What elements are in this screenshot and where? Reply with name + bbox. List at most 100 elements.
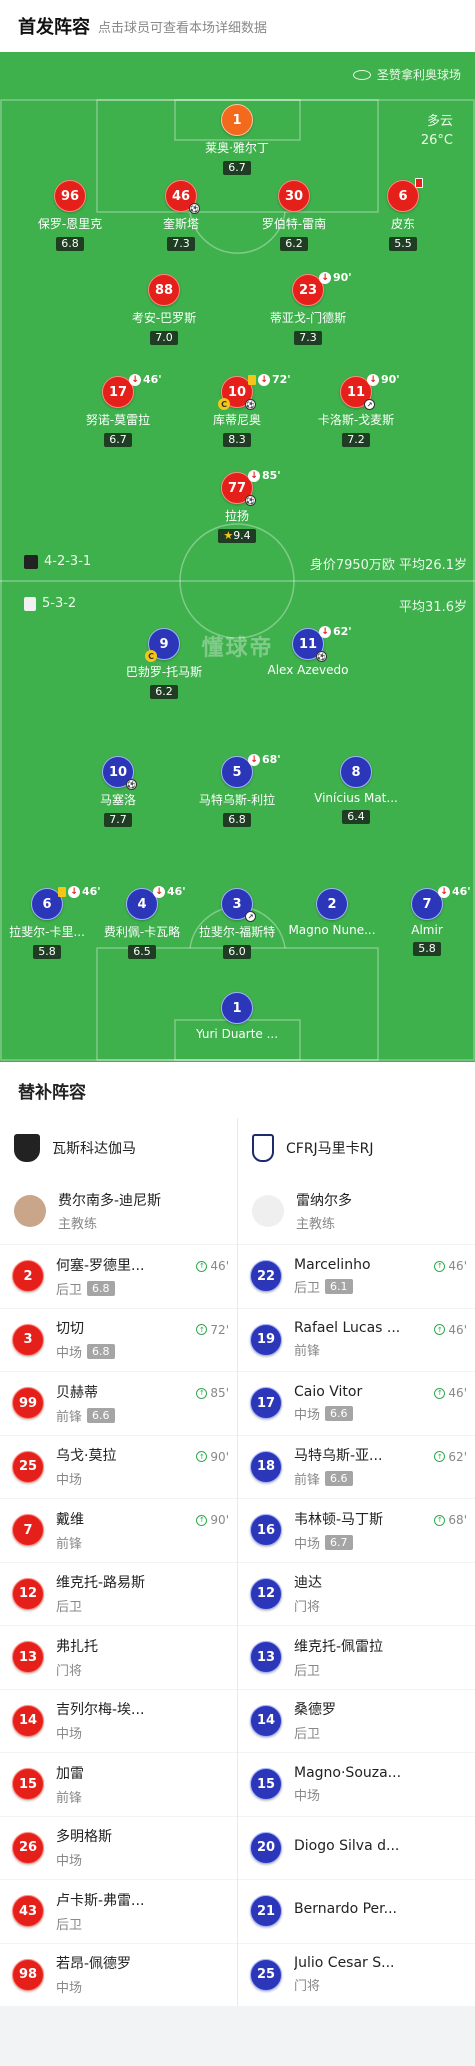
sub-out-icon: ↓: [438, 885, 450, 898]
away-player-forward[interactable]: 9C 巴勃罗-托马斯 6.2: [99, 628, 229, 699]
away-formation: 5-3-2: [24, 596, 76, 611]
home-player-attacking-mid[interactable]: 10 ↓ 72' C ⚽ 库蒂尼奥 8.3: [172, 373, 302, 447]
player-position: 中场: [56, 1473, 83, 1489]
sub-player-row[interactable]: 12 维克托-路易斯 后卫: [0, 1561, 237, 1626]
player-name: 若昂-佩德罗: [56, 1956, 132, 1973]
sub-out-marker: ↓ 72': [248, 373, 291, 386]
goal-ball-icon: ⚽: [245, 495, 256, 506]
sub-out-marker: ↓ 62': [319, 625, 352, 638]
sub-player-row[interactable]: 43 卢卡斯-弗雷... 后卫: [0, 1879, 237, 1943]
player-name: 吉列尔梅-埃...: [56, 1702, 145, 1719]
red-card-icon: [415, 178, 423, 188]
player-name: 蒂亚戈-门德斯: [269, 311, 347, 325]
home-player-attacking-mid[interactable]: 17 ↓ 46' 努诺-莫雷拉 6.7: [53, 373, 183, 447]
sub-player-row[interactable]: 21 Bernardo Per...: [238, 1879, 475, 1943]
sub-player-row[interactable]: 7 戴维 前锋 ↑ 90': [0, 1498, 237, 1562]
player-name: 奎斯塔: [162, 217, 199, 231]
sub-player-row[interactable]: 18 马特乌斯-亚... 前锋 6.6 ↑ 62': [238, 1434, 475, 1499]
sub-player-row[interactable]: 12 迪达 门将: [238, 1561, 475, 1626]
away-coach[interactable]: 雷纳尔多 主教练: [238, 1178, 475, 1244]
coach-name: 费尔南多-迪尼斯: [58, 1193, 162, 1209]
sub-player-row[interactable]: 13 弗扎托 门将: [0, 1625, 237, 1689]
player-name: 拉扬: [224, 509, 249, 523]
goal-ball-icon: ⚽: [126, 779, 137, 790]
sub-player-row[interactable]: 15 Magno·Souza... 中场: [238, 1752, 475, 1816]
sub-in-icon: ↑: [196, 1324, 208, 1335]
sub-out-icon: ↓: [319, 625, 331, 638]
player-rating: 6.5: [128, 945, 156, 959]
sub-in-marker: ↑ 68': [434, 1513, 467, 1527]
sub-out-icon: ↓: [258, 373, 270, 386]
player-number: 10 ↓ 72' C ⚽: [218, 373, 291, 410]
sub-player-row[interactable]: 26 多明格斯 中场: [0, 1815, 237, 1880]
away-player-midfielder[interactable]: 10 ⚽ 马塞洛 7.7: [53, 756, 183, 827]
home-player-midfielder[interactable]: 23 ↓ 90' 蒂亚戈-门德斯 7.3: [243, 271, 373, 345]
away-team-row[interactable]: CFRJ马里卡RJ: [238, 1118, 475, 1178]
sub-player-row[interactable]: 3 切切 中场 6.8 ↑ 72': [0, 1307, 237, 1372]
player-name: Bernardo Per...: [294, 1901, 397, 1918]
away-player-forward[interactable]: 11 ↓ 62' ⚽ Alex Azevedo: [243, 625, 373, 677]
home-player-defender[interactable]: 6 皮东 5.5: [338, 178, 468, 251]
player-rating: 6.8: [56, 237, 84, 251]
player-position: 前锋: [294, 1344, 321, 1360]
away-player-defender[interactable]: 7 ↓ 46' Almir 5.8: [362, 885, 475, 956]
home-player-attacking-mid[interactable]: 11 ↓ 90' ↗ 卡洛斯-戈麦斯 7.2: [291, 373, 421, 447]
sub-out-icon: ↓: [248, 753, 260, 766]
player-name: Julio Cesar S...: [294, 1955, 395, 1972]
sub-player-row[interactable]: 98 若昂-佩德罗 中场: [0, 1942, 237, 2007]
player-rating: 7.7: [104, 813, 132, 827]
player-number: 1: [221, 104, 253, 136]
player-position: 门将: [294, 1600, 321, 1616]
player-number: 15: [12, 1768, 44, 1801]
away-player-midfielder[interactable]: 8 Vinícius Mat... 6.4: [291, 756, 421, 824]
player-position: 后卫 6.1: [294, 1277, 424, 1296]
sub-player-row[interactable]: 99 贝赫蒂 前锋 6.6 ↑ 85': [0, 1371, 237, 1435]
player-rating: 6.7: [104, 433, 132, 447]
player-rating: 6.6: [325, 1471, 353, 1487]
page-bottom-padding: [0, 2006, 475, 2066]
away-player-gk[interactable]: 1 Yuri Duarte ...: [172, 992, 302, 1041]
away-player-midfielder[interactable]: 5 ↓ 68' 马特乌斯-利拉 6.8: [172, 753, 302, 827]
sub-player-row[interactable]: 2 何塞-罗德里... 后卫 6.8 ↑ 46': [0, 1244, 237, 1308]
player-name: 考安-巴罗斯: [131, 311, 197, 325]
home-coach[interactable]: 费尔南多-迪尼斯 主教练: [0, 1178, 237, 1244]
sub-in-icon: ↑: [434, 1260, 446, 1272]
lineup-header: 首发阵容 点击球员可查看本场详细数据: [0, 0, 475, 52]
player-position: 前锋 6.6: [56, 1406, 186, 1425]
sub-player-row[interactable]: 19 Rafael Lucas ... 前锋 ↑ 46': [238, 1307, 475, 1372]
sub-out-marker: ↓ 85': [248, 469, 281, 482]
sub-player-row[interactable]: 25 Julio Cesar S... 门将: [238, 1942, 475, 2007]
sub-player-row[interactable]: 16 韦林顿-马丁斯 中场 6.7 ↑ 68': [238, 1498, 475, 1562]
player-rating: 6.2: [150, 685, 178, 699]
home-team-row[interactable]: 瓦斯科达伽马: [0, 1118, 237, 1178]
home-player-forward[interactable]: 77 ↓ 85' ⚽ 拉扬 ★9.4: [172, 469, 302, 543]
home-player-midfielder[interactable]: 88 考安-巴罗斯 7.0: [99, 274, 229, 345]
sub-in-marker: ↑ 85': [196, 1386, 229, 1400]
sub-player-row[interactable]: 14 桑德罗 后卫: [238, 1688, 475, 1753]
sub-player-row[interactable]: 25 乌戈·莫拉 中场 ↑ 90': [0, 1434, 237, 1499]
player-rating: 5.5: [389, 237, 417, 251]
sub-out-marker: ↓ 46': [129, 373, 162, 386]
player-number: 15: [250, 1768, 282, 1801]
subs-title: 替补阵容: [0, 1062, 475, 1118]
weather-condition: 多云: [426, 114, 453, 129]
sub-player-row[interactable]: 13 维克托-佩雷拉 后卫: [238, 1625, 475, 1689]
sub-player-row[interactable]: 20 Diogo Silva d...: [238, 1815, 475, 1880]
home-player-gk[interactable]: 1 莱奥·雅尔丁 6.7: [172, 104, 302, 175]
sub-player-row[interactable]: 15 加雷 前锋: [0, 1752, 237, 1816]
sub-in-marker: ↑ 72': [196, 1323, 229, 1337]
sub-in-icon: ↑: [196, 1387, 208, 1399]
sub-in-icon: ↑: [434, 1514, 446, 1526]
sub-player-row[interactable]: 17 Caio Vitor 中场 6.6 ↑ 46': [238, 1371, 475, 1435]
player-name: 多明格斯: [56, 1829, 112, 1846]
home-player-defender[interactable]: 46 ⚽ 奎斯塔 7.3: [116, 180, 246, 251]
player-name: 迪达: [294, 1575, 322, 1592]
player-number: 6 ↓ 46': [31, 885, 101, 920]
player-number: 12: [12, 1577, 44, 1610]
player-name: 维克托-佩雷拉: [294, 1638, 384, 1655]
player-number: 8: [340, 756, 372, 788]
player-position: 门将: [56, 1663, 83, 1679]
player-rating: 7.0: [150, 331, 178, 345]
sub-player-row[interactable]: 14 吉列尔梅-埃... 中场: [0, 1688, 237, 1753]
sub-player-row[interactable]: 22 Marcelinho 后卫 6.1 ↑ 46': [238, 1244, 475, 1308]
